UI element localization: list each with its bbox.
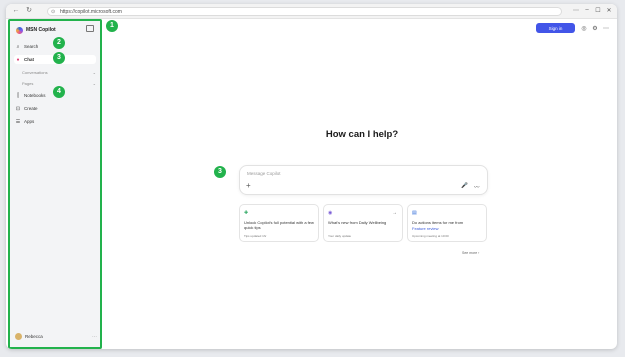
tips-icon: ✚	[244, 210, 249, 216]
add-icon[interactable]: +	[246, 182, 251, 190]
card-title: Unlock Copilot's full potential with a f…	[244, 220, 314, 230]
minimize-icon[interactable]: –	[583, 7, 591, 13]
more-icon[interactable]: ⋯	[602, 25, 610, 32]
card-link[interactable]: Feature review	[412, 226, 484, 231]
suggestion-card[interactable]: ◉ → What's new from Daily Wellbeing Your…	[323, 204, 403, 242]
suggestion-card[interactable]: ▤ Do actions items for me from Feature r…	[407, 204, 487, 242]
arrow-right-icon: →	[392, 210, 397, 216]
card-title: Do actions items for me from	[412, 220, 464, 225]
app-window: ← ↻ ⊙ https://copilot.microsoft.com ⋯ – …	[6, 4, 617, 349]
see-more-link[interactable]: See more ›	[462, 251, 479, 255]
settings-icon[interactable]: ⚙	[591, 25, 599, 32]
callout-badge: 3	[53, 52, 65, 64]
callout-badge: 1	[106, 20, 118, 32]
sign-in-label: Sign in	[548, 25, 563, 31]
callout-badge: 2	[53, 37, 65, 49]
message-input[interactable]: Message Copilot	[247, 171, 281, 176]
browser-titlebar: ← ↻ ⊙ https://copilot.microsoft.com ⋯ – …	[6, 4, 617, 19]
callout-badge: 4	[53, 86, 65, 98]
calendar-icon: ▤	[412, 210, 417, 216]
callout-badge: 3	[214, 166, 226, 178]
close-icon[interactable]: ✕	[605, 7, 613, 14]
sign-in-button[interactable]: Sign in	[536, 23, 575, 33]
lock-icon: ⊙	[51, 9, 56, 15]
card-meta: Tips updated 1hr	[244, 234, 267, 238]
microphone-icon[interactable]: 🎤	[461, 183, 468, 189]
card-meta: Your daily update	[328, 234, 352, 238]
card-meta: Upcoming meeting at 10:00	[412, 234, 449, 238]
voice-icon[interactable]: 〰	[474, 183, 480, 191]
sidebar: MSN Copilot ⌕ Search ● Chat Conversation…	[8, 19, 102, 349]
message-composer[interactable]: Message Copilot + 🎤 〰	[239, 165, 488, 195]
address-bar[interactable]: ⊙ https://copilot.microsoft.com	[47, 7, 562, 16]
address-url: https://copilot.microsoft.com	[60, 9, 122, 15]
sidebar-highlight-box	[8, 19, 102, 349]
suggestion-card[interactable]: ✚ Unlock Copilot's full potential with a…	[239, 204, 319, 242]
more-icon[interactable]: ⋯	[572, 7, 580, 14]
back-icon[interactable]: ←	[11, 6, 21, 16]
page-title: How can I help?	[325, 129, 399, 140]
daily-icon: ◉	[328, 210, 333, 216]
maximize-icon[interactable]: ☐	[594, 7, 602, 14]
card-title: What's new from Daily Wellbeing	[328, 220, 387, 225]
refresh-icon[interactable]: ↻	[24, 6, 34, 16]
account-icon[interactable]: ◎	[580, 25, 588, 32]
